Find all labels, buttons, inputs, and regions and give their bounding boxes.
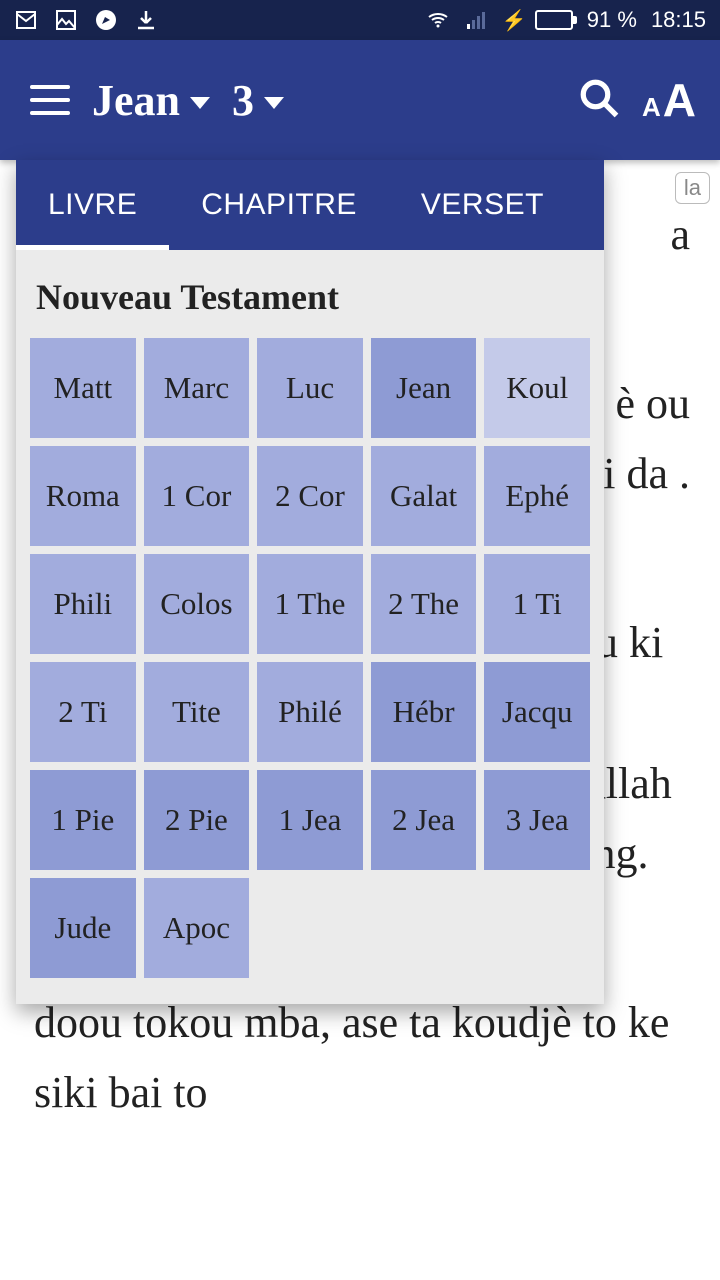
book-1-jea[interactable]: 1 Jea [257,770,363,870]
book-1-ti[interactable]: 1 Ti [484,554,590,654]
book-2-jea[interactable]: 2 Jea [371,770,477,870]
book-roma[interactable]: Roma [30,446,136,546]
book-2-pie[interactable]: 2 Pie [144,770,250,870]
book-matt[interactable]: Matt [30,338,136,438]
book-phili[interactable]: Phili [30,554,136,654]
book-philé[interactable]: Philé [257,662,363,762]
book-ephé[interactable]: Ephé [484,446,590,546]
book-jacqu[interactable]: Jacqu [484,662,590,762]
battery-percent: 91 % [587,7,637,33]
chapter-dropdown[interactable]: 3 [232,75,284,126]
wifi-icon [426,8,450,32]
book-koul[interactable]: Koul [484,338,590,438]
book-jude[interactable]: Jude [30,878,136,978]
book-2-the[interactable]: 2 The [371,554,477,654]
tab-livre[interactable]: LIVRE [16,160,169,250]
book-apoc[interactable]: Apoc [144,878,250,978]
book-galat[interactable]: Galat [371,446,477,546]
tab-verset[interactable]: VERSET [389,160,576,250]
book-2-cor[interactable]: 2 Cor [257,446,363,546]
battery-icon [535,10,573,30]
chevron-down-icon [264,97,284,109]
book-2-ti[interactable]: 2 Ti [30,662,136,762]
clock: 18:15 [651,7,706,33]
testament-heading: Nouveau Testament [30,268,590,338]
search-button[interactable] [578,77,620,124]
app-bar: Jean 3 AA [0,40,720,160]
book-label: Jean [92,75,180,126]
text-fragment: ’ è ou i da . [593,379,690,498]
book-1-cor[interactable]: 1 Cor [144,446,250,546]
status-bar: ⚡ 91 % 18:15 [0,0,720,40]
book-grid: MattMarcLucJeanKoul Roma1 Cor2 CorGalatEp… [30,338,590,978]
book-tite[interactable]: Tite [144,662,250,762]
text-size-button[interactable]: AA [642,73,696,127]
mail-icon [14,8,38,32]
compass-icon [94,8,118,32]
book-1-pie[interactable]: 1 Pie [30,770,136,870]
chapter-label: 3 [232,75,254,126]
image-icon [54,8,78,32]
download-icon [134,8,158,32]
menu-button[interactable] [30,85,70,115]
signal-icon [464,8,488,32]
book-3-jea[interactable]: 3 Jea [484,770,590,870]
book-luc[interactable]: Luc [257,338,363,438]
chevron-down-icon [190,97,210,109]
book-jean[interactable]: Jean [371,338,477,438]
book-1-the[interactable]: 1 The [257,554,363,654]
book-marc[interactable]: Marc [144,338,250,438]
charging-icon: ⚡ [502,8,527,33]
book-hébr[interactable]: Hébr [371,662,477,762]
picker-tabs: LIVRE CHAPITRE VERSET [16,160,604,250]
text-fragment: a [670,210,690,259]
book-dropdown[interactable]: Jean [92,75,210,126]
tab-chapitre[interactable]: CHAPITRE [169,160,389,250]
book-picker-panel: LIVRE CHAPITRE VERSET Nouveau Testament … [16,160,604,1004]
book-colos[interactable]: Colos [144,554,250,654]
